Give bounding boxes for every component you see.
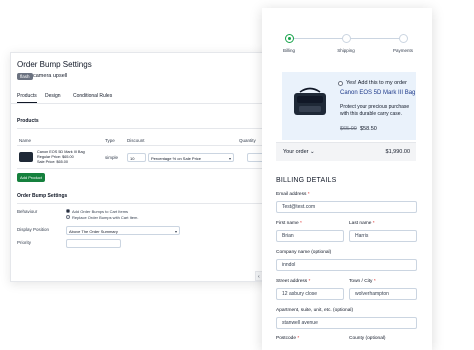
- last-name-label: Last name *: [349, 221, 375, 226]
- display-position-select[interactable]: Above The Order Summary ▾: [66, 226, 180, 235]
- step-shipping-dot[interactable]: [342, 34, 351, 43]
- order-bump-offer: Yes! Add this to my order Canon EOS 5D M…: [282, 72, 416, 140]
- col-type: Type: [105, 138, 115, 143]
- bump-old-price: $65.00: [340, 126, 357, 132]
- bump-product-name: Canon EOS 5D Mark III Bag: [340, 90, 416, 96]
- add-product-button[interactable]: Add Product: [17, 173, 46, 182]
- camera-bag-image: [294, 87, 326, 115]
- divider: [17, 203, 271, 204]
- first-name-field[interactable]: Brian: [276, 230, 344, 242]
- postcode-label: Postcode *: [276, 336, 300, 341]
- product-type: simple: [105, 155, 119, 160]
- chevron-down-icon: ▾: [228, 156, 231, 161]
- apartment-label: Apartment, suite, unit, etc. (optional): [276, 308, 354, 313]
- step-shipping-label: Shipping: [337, 48, 355, 53]
- order-summary-label: Your order ⌄: [283, 149, 315, 155]
- divider: [17, 128, 271, 129]
- bump-name: camera upsell: [33, 73, 68, 79]
- first-name-label: First name *: [276, 221, 302, 226]
- priority-label: Priority: [17, 240, 32, 245]
- radio-replace[interactable]: [66, 215, 70, 219]
- step-payments-dot[interactable]: [399, 34, 408, 43]
- checkout-panel: Billing Shipping Payments Yes! Add this …: [262, 8, 432, 350]
- order-total: $1,990.00: [385, 149, 410, 155]
- add-bump-label[interactable]: Yes! Add this to my order: [346, 80, 407, 86]
- product-info: Canon EOS 5D Mark III Bag Regular Price:…: [37, 150, 85, 165]
- settings-heading: Order Bump Settings: [17, 193, 68, 199]
- discount-value-input[interactable]: 10: [127, 153, 146, 162]
- discount-type-value: Percentage % on Sale Price: [151, 156, 202, 161]
- apartment-field[interactable]: stanwell avenue: [276, 317, 417, 329]
- bump-new-price: $58.50: [360, 126, 377, 132]
- email-label: Email address *: [276, 192, 310, 197]
- county-label: County (optional): [349, 336, 386, 341]
- row-divider: [17, 168, 271, 169]
- discount-type-select[interactable]: Percentage % on Sale Price ▾: [148, 153, 234, 162]
- city-label: Town / City *: [349, 279, 376, 284]
- col-quantity: Quantity: [239, 138, 256, 143]
- products-heading: Products: [17, 118, 39, 124]
- company-field[interactable]: inndol: [276, 259, 417, 271]
- col-discount: Discount: [127, 138, 145, 143]
- behaviour-label: Behaviour: [17, 209, 38, 214]
- tab-products[interactable]: Products: [17, 93, 37, 103]
- order-bump-settings-panel: Order Bump Settings flash camera upsell …: [10, 52, 278, 282]
- discount-value: 10: [130, 156, 135, 161]
- chevron-down-icon: ▾: [174, 229, 177, 234]
- step-billing-dot[interactable]: [285, 34, 294, 43]
- settings-tabs: Products Design Conditional Rules: [11, 87, 277, 104]
- bump-badge: flash: [17, 73, 33, 80]
- street-label: Street address *: [276, 279, 311, 284]
- tab-conditional-rules[interactable]: Conditional Rules: [73, 93, 112, 99]
- radio-add-to-cart[interactable]: [66, 209, 70, 213]
- sale-price: Sale Price: $65.00: [37, 160, 69, 164]
- street-field[interactable]: 12 asbury close: [276, 288, 344, 300]
- order-summary-toggle[interactable]: Your order ⌄ $1,990.00: [276, 142, 416, 161]
- tab-design[interactable]: Design: [45, 93, 61, 99]
- email-field[interactable]: Test@test.com: [276, 201, 417, 213]
- bump-description: Protect your precious purchase with this…: [340, 104, 410, 117]
- city-field[interactable]: wolverhampton: [349, 288, 417, 300]
- behaviour-option-replace: Replace Order Bumps with Cart Item.: [72, 215, 139, 220]
- product-thumbnail: [19, 152, 33, 162]
- company-label: Company name (optional): [276, 250, 332, 255]
- add-bump-checkbox[interactable]: [338, 81, 343, 86]
- display-position-label: Display Position: [17, 227, 50, 232]
- step-billing-label: Billing: [282, 48, 295, 53]
- step-payments-label: Payments: [392, 48, 413, 53]
- last-name-field[interactable]: Harris: [349, 230, 417, 242]
- display-position-value: Above The Order Summary: [69, 229, 118, 234]
- billing-heading: BILLING DETAILS: [276, 177, 337, 184]
- col-name: Name: [19, 138, 32, 143]
- priority-input[interactable]: [66, 239, 121, 248]
- behaviour-option-add: Add Order Bumps to Cart Items: [72, 209, 129, 214]
- panel-title: Order Bump Settings: [17, 60, 92, 69]
- table-header-divider: [17, 145, 271, 146]
